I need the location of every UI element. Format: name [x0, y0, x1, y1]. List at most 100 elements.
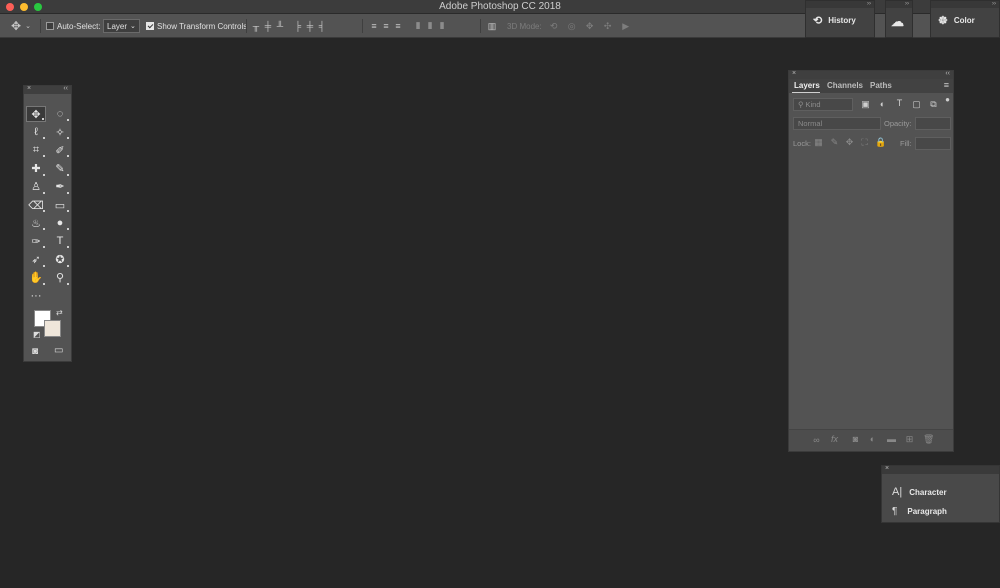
type-tool[interactable]: T [50, 233, 70, 249]
show-transform-option[interactable]: Show Transform Controls [146, 14, 247, 38]
distribute-vertical-center-icon[interactable]: ≡ [380, 19, 392, 33]
brush-tool[interactable]: ✎ [50, 161, 70, 177]
opacity-field[interactable] [915, 117, 951, 130]
layers-panel-header[interactable]: × ‹‹ [789, 70, 953, 79]
auto-select-option[interactable]: Auto-Select: [46, 14, 101, 38]
blur-tool[interactable]: ♨ [26, 215, 46, 231]
panel-collapse-toggle[interactable]: ›› [886, 1, 912, 8]
3d-orbit-icon[interactable]: ⟲ [548, 19, 560, 33]
lasso-tool[interactable]: ℓ [26, 124, 46, 140]
move-tool-icon: ✥ [10, 19, 22, 33]
collapse-icon[interactable]: ‹‹ [945, 70, 950, 77]
distribute-top-icon[interactable]: ≡ [368, 19, 380, 33]
filter-toggle-icon[interactable]: ● [942, 95, 953, 104]
adjustment-layer-icon[interactable]: ◐ [867, 434, 878, 444]
close-icon[interactable]: × [27, 85, 31, 92]
3d-drag-icon[interactable]: ✥ [584, 19, 596, 33]
delete-layer-icon[interactable]: 🗑 [923, 434, 934, 445]
lock-image-pixels-icon[interactable]: ✎ [829, 137, 840, 148]
filter-shape-icon[interactable]: ▢ [911, 99, 922, 110]
tab-channels[interactable]: Channels [827, 81, 863, 90]
paragraph-icon: ¶ [892, 506, 898, 517]
chevron-down-icon: ⌄ [130, 23, 136, 30]
filter-smart-object-icon[interactable]: ⧉ [928, 99, 939, 110]
default-colors-icon[interactable]: ◩ [33, 330, 41, 339]
lock-transparent-pixels-icon[interactable]: ▦ [813, 137, 824, 148]
tab-layers[interactable]: Layers [794, 81, 820, 90]
eraser-tool[interactable]: ⌫ [26, 197, 46, 213]
gradient-tool[interactable]: ▭ [50, 197, 70, 213]
eyedropper-tool[interactable]: ✐ [50, 142, 70, 158]
zoom-tool[interactable]: ⚲ [50, 270, 70, 286]
auto-select-checkbox[interactable] [46, 22, 54, 30]
link-layers-icon[interactable]: ∞ [811, 435, 822, 445]
swap-colors-icon[interactable]: ⇄ [56, 308, 63, 317]
tab-paths[interactable]: Paths [870, 81, 892, 90]
background-color-swatch[interactable] [44, 320, 61, 337]
history-panel-label: History [828, 16, 856, 25]
distribute-left-icon[interactable]: ⫴ [412, 19, 424, 33]
clone-stamp-tool[interactable]: ♙ [26, 179, 46, 195]
align-left-icon[interactable]: ╞ [292, 19, 304, 33]
panel-menu-icon[interactable]: ≡ [944, 80, 949, 90]
dodge-tool[interactable]: ● [50, 215, 70, 231]
type-panels-header[interactable]: × [882, 465, 999, 474]
collapse-icon[interactable]: ‹‹ [63, 85, 68, 92]
3d-slide-icon[interactable]: ✣ [602, 19, 614, 33]
screen-mode-icon[interactable]: ▭ [54, 345, 63, 356]
align-right-icon[interactable]: ╡ [316, 19, 328, 33]
filter-kind-dropdown[interactable]: ⚲ Kind [793, 98, 853, 111]
marquee-tool[interactable]: ◌ [50, 106, 70, 122]
move-tool[interactable]: ✥ [26, 106, 46, 122]
close-icon[interactable]: × [792, 70, 796, 77]
history-panel-collapsed[interactable]: ›› ⟲ History [805, 0, 875, 38]
distribute-horizontal-center-icon[interactable]: ⫴ [424, 19, 436, 33]
character-panel-button[interactable]: A| Character [892, 486, 947, 498]
align-vertical-center-icon[interactable]: ╪ [262, 19, 274, 33]
tools-panel-header[interactable]: × ‹‹ [24, 85, 71, 94]
lock-position-icon[interactable]: ✥ [844, 137, 855, 148]
tool-preset-picker[interactable]: ✥ ⌄ [10, 14, 34, 38]
edit-toolbar[interactable]: ··· [26, 288, 46, 304]
fill-field[interactable] [915, 137, 951, 150]
filter-pixel-icon[interactable]: ▣ [860, 99, 871, 110]
libraries-panel-collapsed[interactable]: ›› ☁ [885, 0, 913, 38]
paragraph-panel-button[interactable]: ¶ Paragraph [892, 506, 947, 517]
panel-collapse-toggle[interactable]: ›› [931, 1, 999, 8]
distribute-right-icon[interactable]: ⫴ [436, 19, 448, 33]
distribute-bottom-icon[interactable]: ≡ [392, 19, 404, 33]
align-bottom-icon[interactable]: ╨ [274, 19, 286, 33]
history-brush-tool[interactable]: ✒ [50, 179, 70, 195]
hand-tool[interactable]: ✋ [26, 270, 46, 286]
close-icon[interactable]: × [885, 465, 889, 472]
path-selection-tool[interactable]: ➶ [26, 252, 46, 268]
show-transform-checkbox[interactable] [146, 22, 154, 30]
lock-artboard-icon[interactable]: ⛶ [859, 137, 870, 148]
new-group-icon[interactable]: ▬ [886, 434, 897, 444]
lock-all-icon[interactable]: 🔒 [875, 137, 886, 148]
healing-brush-tool[interactable]: ✚ [26, 161, 46, 177]
magic-wand-tool[interactable]: ✧ [50, 124, 70, 140]
align-top-icon[interactable]: ╥ [250, 19, 262, 33]
panel-collapse-toggle[interactable]: ›› [806, 1, 874, 8]
auto-align-layers-icon[interactable]: ▥ [486, 19, 498, 33]
crop-tool[interactable]: ⌗ [26, 142, 46, 158]
character-panel-label: Character [909, 487, 947, 497]
opacity-label: Opacity: [884, 119, 912, 128]
layer-style-icon[interactable]: fx [829, 434, 840, 444]
align-horizontal-center-icon[interactable]: ╪ [304, 19, 316, 33]
3d-mode-label: 3D Mode: [507, 21, 542, 31]
filter-adjustment-icon[interactable]: ◐ [877, 99, 888, 109]
active-tab-underline [792, 92, 820, 93]
auto-select-target-dropdown[interactable]: Layer ⌄ [103, 19, 140, 33]
layer-mask-icon[interactable]: ◙ [850, 434, 861, 444]
filter-type-icon[interactable]: T [894, 98, 905, 108]
3d-scale-icon[interactable]: ▶ [620, 19, 632, 33]
new-layer-icon[interactable]: ⊞ [904, 434, 915, 445]
color-panel-collapsed[interactable]: ›› ☸ Color [930, 0, 1000, 38]
pen-tool[interactable]: ✑ [26, 233, 46, 249]
custom-shape-tool[interactable]: ✪ [50, 252, 70, 268]
quick-mask-icon[interactable]: ◙ [32, 346, 38, 357]
3d-roll-icon[interactable]: ◎ [566, 19, 578, 33]
blend-mode-dropdown[interactable]: Normal [793, 117, 881, 130]
